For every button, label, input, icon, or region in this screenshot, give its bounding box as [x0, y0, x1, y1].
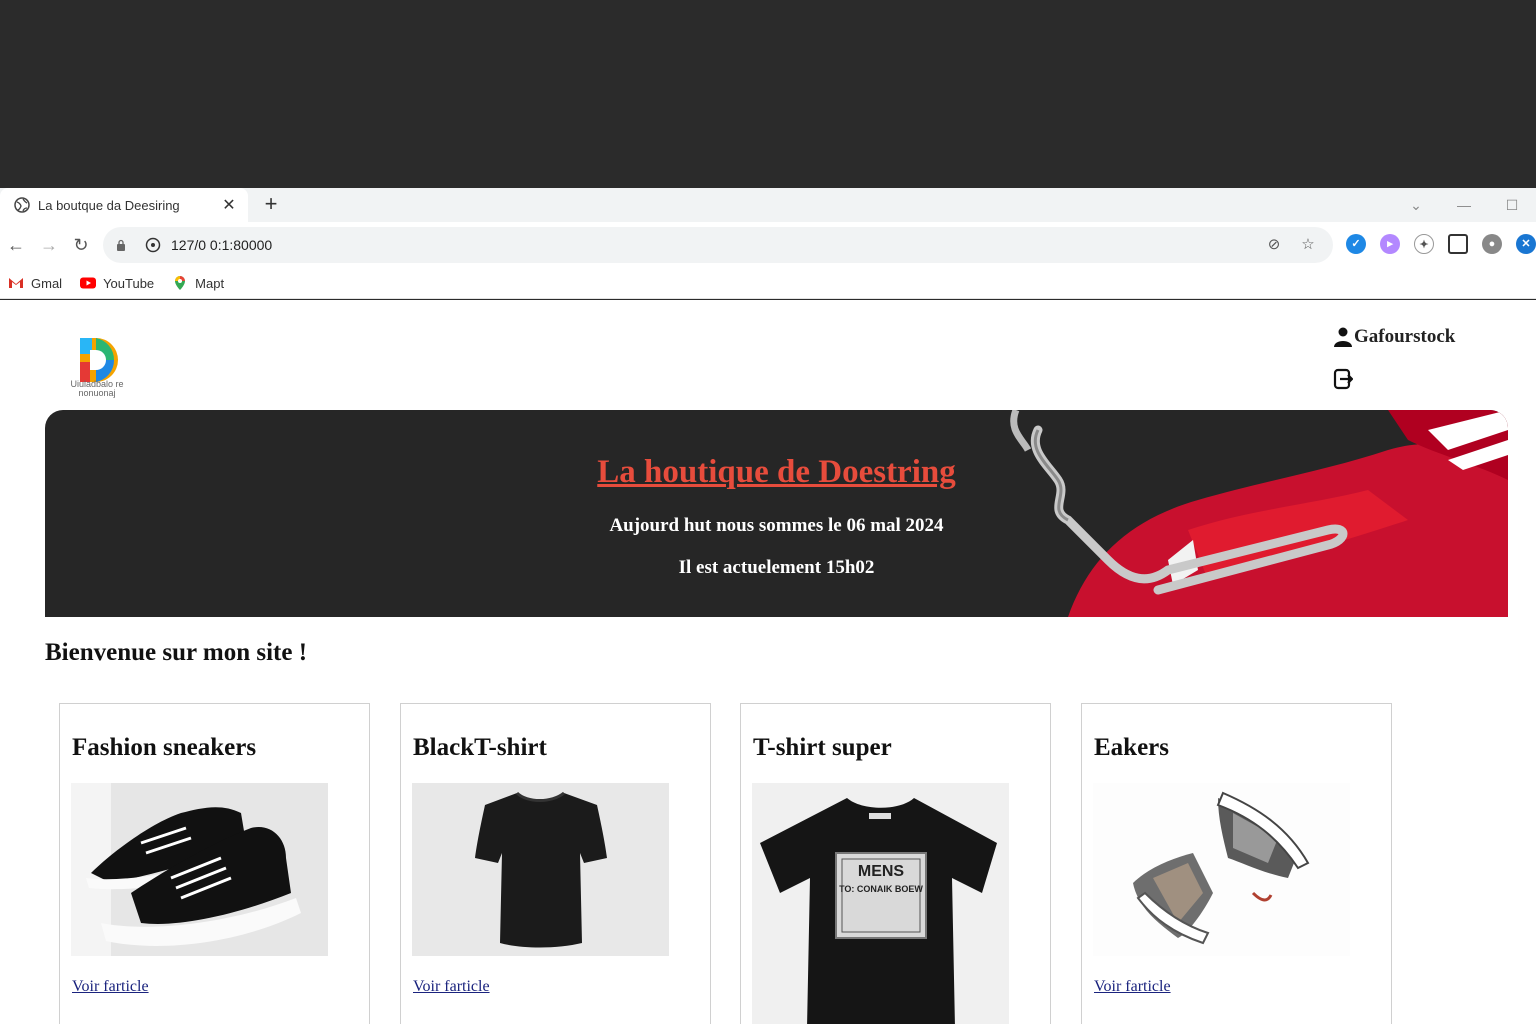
- eakers-image: [1093, 783, 1350, 956]
- tshirt-print-text-2: TO: CONAIK BOEW: [839, 884, 923, 894]
- bookmark-maps[interactable]: Mapt: [172, 275, 224, 291]
- hanger-clothes-image: [1010, 410, 1508, 617]
- product-title: T-shirt super: [753, 734, 892, 761]
- toolbar: ← → ↻ 127/0 0:1:80000 ⊘ ☆ ✓ ▸ ✦ ● ✕: [0, 222, 1536, 268]
- address-bar[interactable]: 127/0 0:1:80000 ⊘ ☆: [103, 227, 1333, 263]
- welcome-heading: Bienvenue sur mon site !: [45, 639, 308, 666]
- url-text[interactable]: 127/0 0:1:80000: [171, 237, 1265, 253]
- super-tshirt-image: MENS TO: CONAIK BOEW: [752, 783, 1009, 1024]
- sidepanel-icon[interactable]: [1448, 234, 1468, 254]
- product-card: T-shirt super MENS TO: CONAIK BOEW: [740, 703, 1051, 1024]
- extensions-area: ✓ ▸ ✦ ● ✕: [1346, 234, 1536, 254]
- logo-caption-line-2: nonuonaj: [78, 388, 116, 398]
- product-card: Fashion sneakers Voir farticle: [59, 703, 370, 1024]
- site-info-icon[interactable]: [145, 237, 161, 253]
- logout-icon[interactable]: [1333, 368, 1353, 390]
- view-article-link[interactable]: Voir farticle: [1094, 978, 1171, 996]
- logo-caption: Uiuladbalo re nonuonaj: [62, 380, 132, 398]
- tab-search-icon[interactable]: ⌄: [1392, 197, 1440, 214]
- forward-button[interactable]: →: [36, 232, 62, 258]
- bookmark-gmail[interactable]: Gmal: [8, 275, 62, 291]
- window-controls: ⌄ — ☐: [1392, 188, 1536, 222]
- user-icon: [1334, 327, 1352, 347]
- bookmark-youtube[interactable]: YouTube: [80, 275, 154, 291]
- shield-extension-icon[interactable]: ✓: [1346, 234, 1366, 254]
- product-title: BlackT-shirt: [413, 734, 547, 761]
- banner-title-link[interactable]: La houtique de Doestring: [45, 454, 1508, 491]
- gmail-icon: [9, 278, 23, 288]
- desktop-background: [0, 0, 1536, 188]
- youtube-icon: [80, 277, 97, 289]
- view-article-link[interactable]: Voir farticle: [72, 978, 149, 996]
- close-tab-icon[interactable]: ✕: [218, 195, 240, 215]
- sneakers-image: [71, 783, 328, 956]
- web-page: Uiuladbalo re nonuonaj Gafourstock La ho…: [0, 300, 1536, 1024]
- banner-time: Il est actuelement 15h02: [678, 557, 875, 578]
- active-tab[interactable]: La boutque da Deesiring ✕: [0, 188, 248, 222]
- bookmarks-bar: Gmal YouTube Mapt: [0, 268, 1536, 299]
- lock-icon: [117, 239, 125, 251]
- maximize-icon[interactable]: ☐: [1488, 197, 1536, 214]
- minimize-icon[interactable]: —: [1440, 197, 1488, 213]
- tshirt-print-text-1: MENS: [857, 863, 905, 880]
- bookmark-label: Gmal: [31, 275, 63, 291]
- tab-title: La boutque da Deesiring: [38, 197, 180, 213]
- new-tab-button[interactable]: +: [258, 192, 284, 218]
- tab-strip: La boutque da Deesiring ✕ + ⌄ — ☐: [0, 188, 1536, 222]
- back-button[interactable]: ←: [3, 232, 29, 258]
- user-account[interactable]: Gafourstock: [1334, 326, 1455, 348]
- product-card: BlackT-shirt Voir farticle: [400, 703, 711, 1024]
- bookmark-label: YouTube: [103, 275, 155, 291]
- maps-icon: [175, 276, 186, 290]
- product-title: Eakers: [1094, 734, 1169, 761]
- black-tshirt-image: [412, 783, 669, 956]
- reload-button[interactable]: ↻: [68, 232, 94, 258]
- product-title: Fashion sneakers: [72, 734, 257, 761]
- assistant-extension-icon[interactable]: ▸: [1380, 234, 1400, 254]
- profile-icon[interactable]: ●: [1482, 234, 1502, 254]
- hero-banner: La houtique de Doestring Aujourd hut nou…: [45, 410, 1508, 617]
- close-extension-icon[interactable]: ✕: [1516, 234, 1536, 254]
- translate-icon[interactable]: ⊘: [1265, 236, 1283, 254]
- view-article-link[interactable]: Voir farticle: [413, 978, 490, 996]
- product-card: Eakers Voir farticle: [1081, 703, 1392, 1024]
- banner-date: Aujourd hut nous sommes le 06 mal 2024: [609, 515, 944, 536]
- bookmark-star-icon[interactable]: ☆: [1299, 236, 1317, 254]
- globe-icon: [14, 197, 30, 213]
- user-name: Gafourstock: [1354, 326, 1456, 347]
- puzzle-extension-icon[interactable]: ✦: [1414, 234, 1434, 254]
- bookmark-label: Mapt: [195, 275, 225, 291]
